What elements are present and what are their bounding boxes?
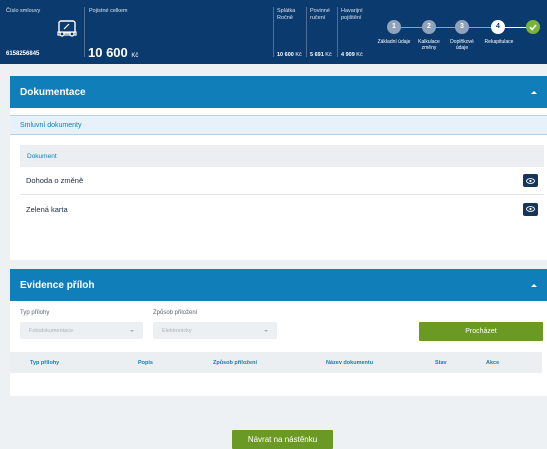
attachments-title: Evidence příloh bbox=[20, 279, 95, 291]
step-4-label: Rekapitulace bbox=[484, 39, 514, 45]
step-1-label: Základní údaje bbox=[377, 39, 411, 45]
eye-icon[interactable] bbox=[523, 174, 538, 187]
column-header: Akce bbox=[486, 360, 500, 366]
accident-insurance-label: Havarijní pojištění bbox=[341, 8, 363, 21]
contract-number-label: Číslo smlouvy bbox=[6, 8, 41, 14]
step-2[interactable]: 2 bbox=[422, 20, 436, 34]
document-name: Zelená karta bbox=[26, 204, 68, 214]
premium-total: 10 600 Kč bbox=[88, 45, 139, 60]
attachments-table-header: Typ přílohy Popis Způsob přiložení Název… bbox=[10, 352, 542, 373]
documentation-title: Dokumentace bbox=[20, 86, 86, 98]
step-2-label: Kalkulace změny bbox=[418, 39, 440, 51]
mandatory-liability-label: Povinné ručení bbox=[310, 8, 330, 21]
contract-documents-subheader: Smluvní dokumenty bbox=[10, 115, 547, 135]
column-header: Popis bbox=[138, 360, 153, 366]
back-to-dashboard-button[interactable]: Návrat na nástěnku bbox=[232, 430, 333, 449]
attachment-type-select[interactable]: Fotodokumentace bbox=[20, 322, 143, 339]
collapse-icon[interactable] bbox=[531, 90, 537, 94]
step-1[interactable]: 1 bbox=[387, 20, 401, 34]
attachment-method-select[interactable]: Elektronicky bbox=[153, 322, 277, 339]
chevron-down-icon bbox=[264, 329, 268, 332]
step-4[interactable]: 4 bbox=[491, 20, 505, 34]
premium-total-label: Pojistné celkem bbox=[89, 8, 128, 14]
step-3-label: Doplňkové údaje bbox=[450, 39, 474, 51]
column-header: Způsob přiložení bbox=[213, 360, 257, 366]
table-row: Zelená karta bbox=[20, 195, 544, 223]
accident-insurance: 4 909 Kč bbox=[341, 52, 363, 58]
chevron-down-icon bbox=[130, 329, 134, 332]
documents-column-header: Dokument bbox=[20, 145, 544, 167]
documentation-panel: Dokumentace Smluvní dokumenty Dokument D… bbox=[10, 76, 547, 260]
check-icon bbox=[526, 20, 540, 34]
mandatory-liability: 5 691 Kč bbox=[310, 52, 332, 58]
column-header: Název dokumentu bbox=[326, 360, 374, 366]
contract-header: Číslo smlouvy 6158256845 Pojistné celkem… bbox=[0, 0, 547, 64]
collapse-icon[interactable] bbox=[531, 283, 537, 287]
attachment-method-label: Způsob přiložení bbox=[153, 310, 198, 316]
step-3[interactable]: 3 bbox=[455, 20, 469, 34]
table-row: Dohoda o změně bbox=[20, 167, 544, 195]
eye-icon[interactable] bbox=[523, 202, 538, 216]
browse-button[interactable]: Procházet bbox=[419, 322, 543, 341]
annual-installment: 10 600 Kč bbox=[277, 52, 302, 58]
car-icon bbox=[57, 20, 77, 37]
document-name: Dohoda o změně bbox=[26, 176, 84, 185]
column-header: Typ přílohy bbox=[30, 360, 60, 366]
attachment-type-label: Typ přílohy bbox=[20, 310, 50, 316]
documents-table: Dokument Dohoda o změně Zelená karta bbox=[20, 145, 544, 223]
contract-number: 6158256845 bbox=[6, 51, 40, 57]
annual-installment-label: Splátka Ročně bbox=[277, 8, 296, 21]
attachments-header[interactable]: Evidence příloh bbox=[10, 269, 547, 301]
column-header: Stav bbox=[435, 360, 447, 366]
documentation-header[interactable]: Dokumentace bbox=[10, 76, 547, 108]
